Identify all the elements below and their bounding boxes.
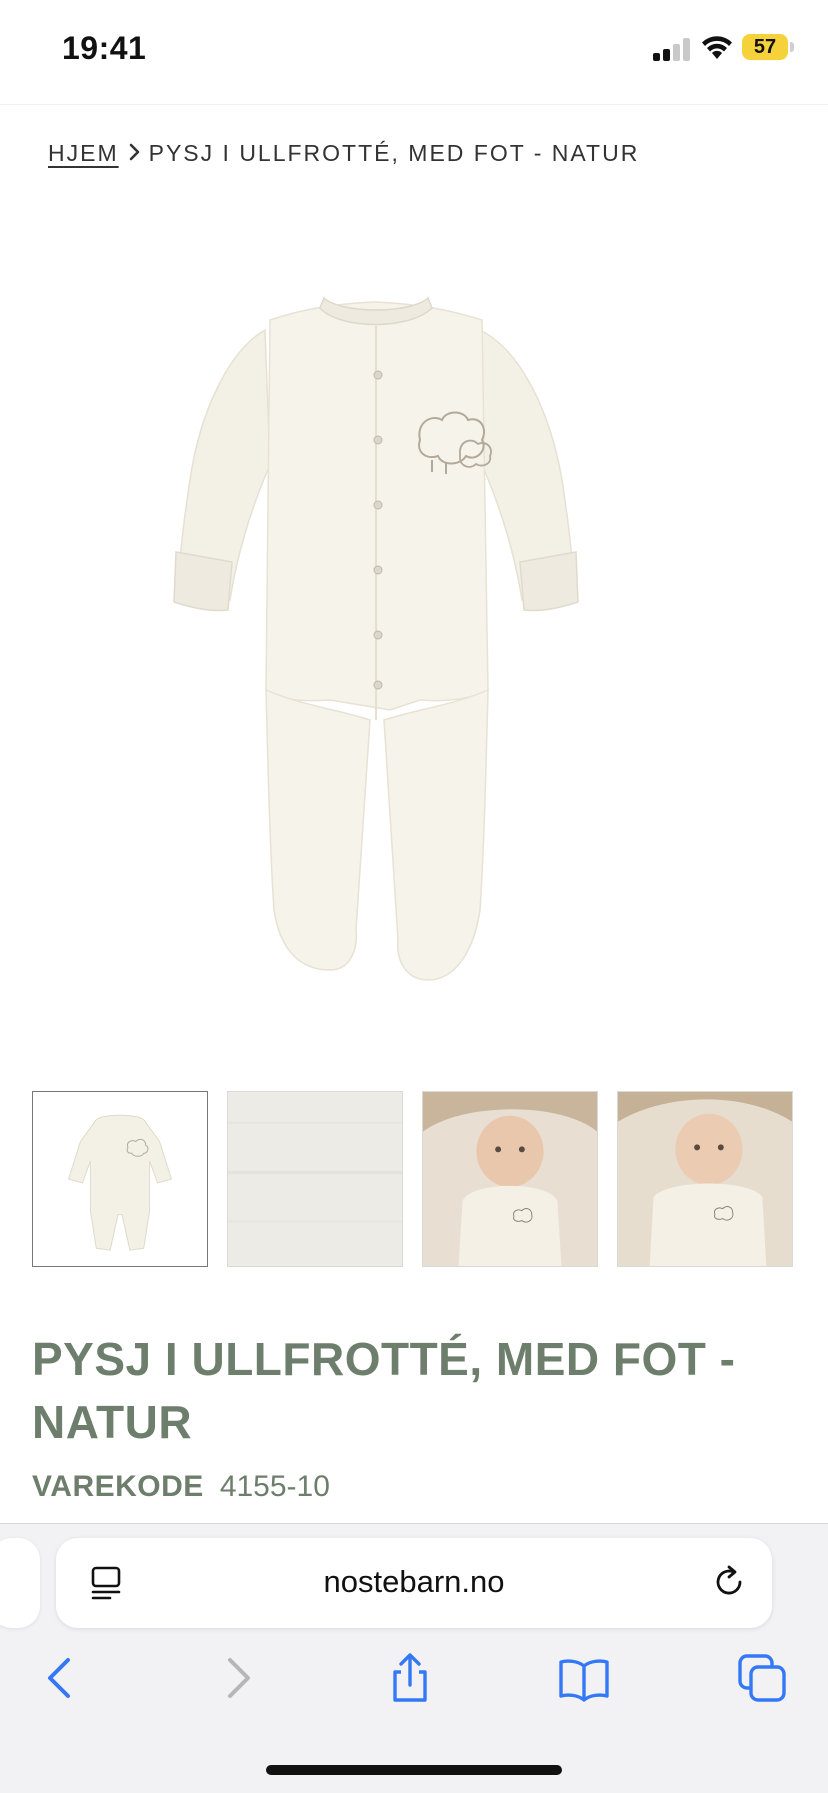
address-bar[interactable]: nostebarn.no — [56, 1538, 772, 1628]
cellular-signal-icon — [653, 37, 691, 61]
status-time: 19:41 — [62, 30, 147, 66]
sku-row: VAREKODE 4155-10 — [32, 1470, 330, 1504]
wifi-icon — [702, 36, 732, 59]
battery-tip — [790, 42, 794, 52]
home-indicator — [266, 1765, 562, 1775]
status-bar: 19:41 57 — [0, 0, 828, 105]
forward-icon[interactable] — [212, 1652, 264, 1704]
breadcrumb-home-link[interactable]: HJEM — [48, 140, 119, 167]
previous-tab-peek[interactable] — [0, 1538, 40, 1628]
back-icon[interactable] — [34, 1652, 86, 1704]
share-icon[interactable] — [384, 1652, 436, 1704]
breadcrumb: HJEM PYSJ I ULLFROTTÉ, MED FOT - NATUR — [48, 140, 639, 167]
bookmarks-icon[interactable] — [558, 1652, 610, 1704]
product-title: PYSJ I ULLFROTTÉ, MED FOT - NATUR — [32, 1333, 736, 1448]
thumbnail-sleepsuit-front[interactable] — [32, 1091, 208, 1267]
sku-label: VAREKODE — [32, 1470, 204, 1503]
breadcrumb-current: PYSJ I ULLFROTTÉ, MED FOT - NATUR — [148, 140, 640, 166]
product-main-image[interactable] — [170, 290, 650, 1010]
thumbnail-baby-wearing-sleepsuit-2[interactable] — [617, 1091, 793, 1267]
reload-icon[interactable] — [710, 1563, 748, 1601]
address-url[interactable]: nostebarn.no — [56, 1564, 772, 1600]
tabs-icon[interactable] — [736, 1652, 788, 1704]
thumbnail-fabric-closeup[interactable] — [227, 1091, 403, 1267]
sku-value: 4155-10 — [219, 1470, 330, 1503]
battery-indicator: 57 — [742, 34, 788, 60]
chevron-right-icon — [129, 141, 141, 167]
thumbnail-baby-wearing-sleepsuit-1[interactable] — [422, 1091, 598, 1267]
thumbnail-strip — [32, 1091, 798, 1269]
